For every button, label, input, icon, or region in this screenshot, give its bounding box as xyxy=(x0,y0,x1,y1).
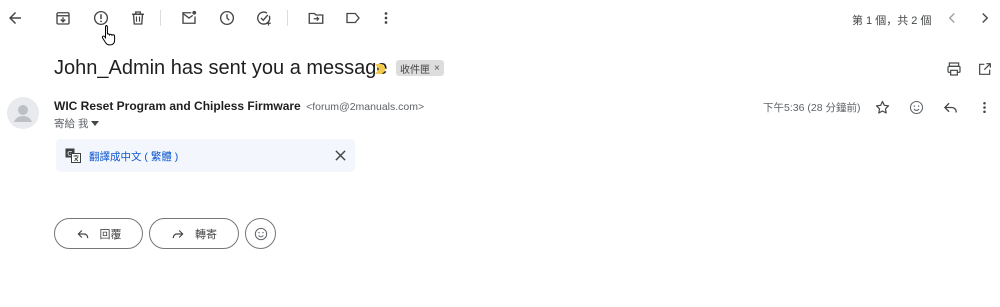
star-icon[interactable] xyxy=(872,97,892,117)
mark-unread-icon[interactable] xyxy=(179,8,199,28)
reply-icon[interactable] xyxy=(940,97,960,117)
reply-icon xyxy=(77,229,88,238)
forward-label: 轉寄 xyxy=(195,228,217,241)
previous-chevron-icon[interactable] xyxy=(942,8,962,28)
add-reaction-icon[interactable] xyxy=(906,97,926,117)
translate-icon: G xyxy=(65,148,81,163)
inbox-label-text: 收件匣 xyxy=(400,64,430,76)
toolbar-divider xyxy=(160,10,161,26)
forward-icon xyxy=(172,229,184,238)
close-translate-button[interactable] xyxy=(332,147,348,163)
sender-name[interactable]: WIC Reset Program and Chipless Firmware xyxy=(54,99,301,113)
message-timestamp: 下午5:36 (28 分鐘前) xyxy=(763,102,861,114)
report-spam-icon[interactable] xyxy=(91,8,111,28)
person-icon xyxy=(14,105,32,122)
toolbar-divider xyxy=(287,10,288,26)
snooze-icon[interactable] xyxy=(217,8,237,28)
inbox-label-chip: 收件匣 × xyxy=(396,60,444,76)
caret-down-icon xyxy=(91,120,100,126)
print-icon[interactable] xyxy=(945,60,963,78)
sender-email: <forum@2manuals.com> xyxy=(306,101,425,113)
more-vert-icon[interactable] xyxy=(974,97,994,117)
close-icon xyxy=(334,149,346,161)
add-to-tasks-icon[interactable] xyxy=(254,8,274,28)
translate-link[interactable]: 翻譯成中文 ( 繁體 ) xyxy=(89,149,178,164)
toolbar: 第 1 個，共 2 個 xyxy=(0,0,1000,38)
avatar[interactable] xyxy=(7,97,39,129)
email-subject: John_Admin has sent you a message xyxy=(54,57,388,79)
recipient-details-toggle[interactable]: 寄給 我 xyxy=(54,116,100,131)
reply-label: 回覆 xyxy=(99,228,122,241)
more-vert-icon[interactable] xyxy=(376,8,396,28)
label-icon[interactable] xyxy=(343,8,363,28)
remove-label-button[interactable]: × xyxy=(434,63,440,74)
to-line-text: 寄給 我 xyxy=(54,118,89,130)
back-arrow-icon[interactable] xyxy=(5,8,25,28)
sender-line: WIC Reset Program and Chipless Firmware … xyxy=(54,99,424,113)
pager-text: 第 1 個，共 2 個 xyxy=(852,15,932,27)
forward-button[interactable]: 轉寄 xyxy=(149,218,239,249)
translate-banner: G 翻譯成中文 ( 繁體 ) xyxy=(56,139,355,172)
archive-icon[interactable] xyxy=(53,8,73,28)
subject-row: John_Admin has sent you a message 收件匣 × xyxy=(0,52,1000,86)
move-to-icon[interactable] xyxy=(306,8,326,28)
emoji-reaction-button[interactable] xyxy=(245,218,276,249)
reply-button[interactable]: 回覆 xyxy=(54,218,143,249)
importance-marker-icon[interactable] xyxy=(374,63,388,75)
open-in-new-window-icon[interactable] xyxy=(976,60,994,78)
smiley-icon xyxy=(254,227,267,240)
next-chevron-icon[interactable] xyxy=(975,8,995,28)
delete-icon[interactable] xyxy=(128,8,148,28)
